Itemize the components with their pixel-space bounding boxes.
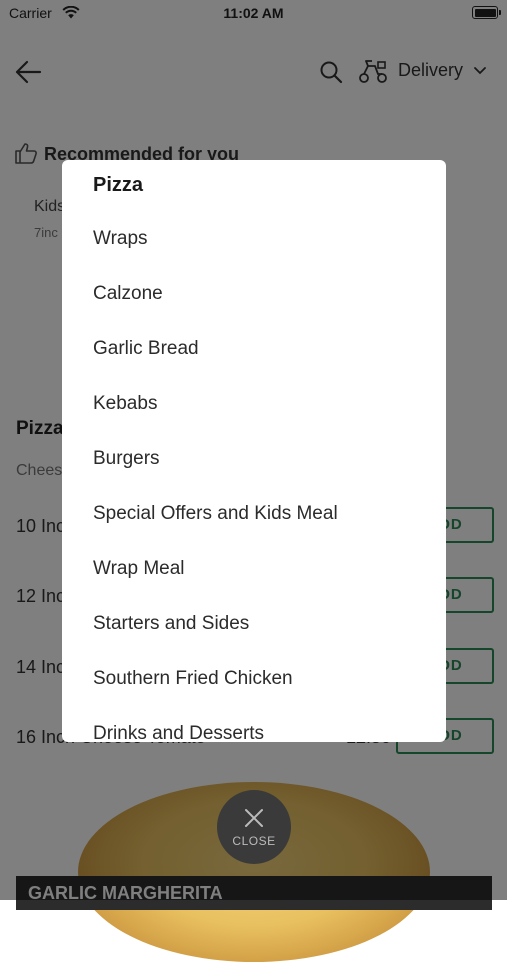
category-item-drinks-desserts[interactable]: Drinks and Desserts: [93, 723, 264, 742]
category-menu: Pizza Wraps Calzone Garlic Bread Kebabs …: [62, 160, 446, 742]
category-item-wrap-meal[interactable]: Wrap Meal: [93, 558, 185, 580]
category-item-special-offers[interactable]: Special Offers and Kids Meal: [93, 503, 338, 525]
close-label: CLOSE: [232, 834, 276, 848]
category-item-garlic-bread[interactable]: Garlic Bread: [93, 338, 199, 360]
category-item-starters-sides[interactable]: Starters and Sides: [93, 613, 249, 635]
category-item-burgers[interactable]: Burgers: [93, 448, 160, 470]
category-item-southern-fried-chicken[interactable]: Southern Fried Chicken: [93, 668, 293, 690]
close-icon: [245, 809, 263, 827]
category-item-pizza[interactable]: Pizza: [93, 174, 143, 197]
category-item-kebabs[interactable]: Kebabs: [93, 393, 157, 415]
category-item-calzone[interactable]: Calzone: [93, 283, 163, 305]
category-item-wraps[interactable]: Wraps: [93, 228, 148, 250]
close-button[interactable]: CLOSE: [217, 790, 291, 864]
